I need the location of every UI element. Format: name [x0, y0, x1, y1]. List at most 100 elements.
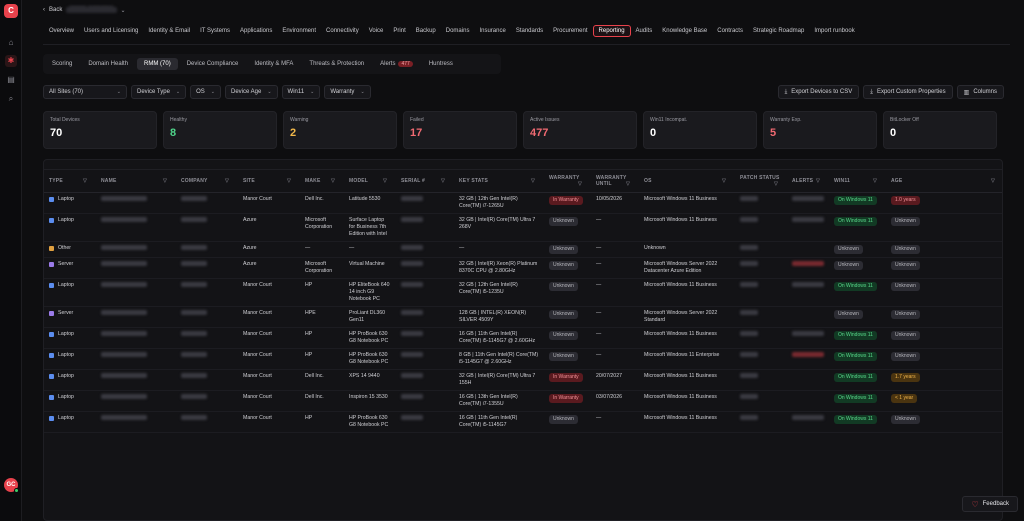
win11-filter[interactable]: Win11 ⌄	[281, 85, 321, 99]
site-filter[interactable]: All Sites (70) ⌄	[43, 85, 127, 99]
search-icon[interactable]: ⌕	[5, 93, 17, 105]
column-header[interactable]: COMPANY ▽	[176, 170, 238, 193]
tab-connectivity[interactable]: Connectivity	[321, 26, 364, 36]
tab-applications[interactable]: Applications	[235, 26, 277, 36]
filter-icon[interactable]: ▽	[774, 181, 778, 187]
chevron-down-icon[interactable]: ⌄	[121, 7, 126, 14]
table-row[interactable]: Server Azure Microsoft Corporation Virtual …	[44, 257, 1002, 279]
column-header[interactable]: AGE ▽	[886, 170, 1002, 193]
column-header[interactable]: SITE ▽	[238, 170, 300, 193]
back-arrow-icon[interactable]: ‹	[43, 7, 45, 13]
table-row[interactable]: Laptop Azure Microsoft Corporation Surface …	[44, 213, 1002, 242]
device-type-filter[interactable]: Device Type ⌄	[131, 85, 187, 99]
tab-standards[interactable]: Standards	[511, 26, 548, 36]
table-row[interactable]: Laptop Manor Court HP HP ProBook 630 G8 Not…	[44, 348, 1002, 370]
table-row[interactable]: Laptop Manor Court HP HP ProBook 630 G8 Not…	[44, 411, 1002, 433]
tab-identity-email[interactable]: Identity & Email	[143, 26, 195, 36]
filter-icon[interactable]: ▽	[626, 181, 630, 187]
tab-insurance[interactable]: Insurance	[474, 26, 510, 36]
table-row[interactable]: Laptop Manor Court HP HP EliteBook 640 14 i…	[44, 278, 1002, 307]
filter-icon[interactable]: ▽	[578, 181, 582, 187]
column-header[interactable]: OS ▽	[639, 170, 735, 193]
column-header[interactable]: TYPE ▽	[44, 170, 96, 193]
filter-icon[interactable]: ▽	[383, 178, 387, 184]
redacted-name[interactable]	[101, 372, 147, 378]
tab-import-runbook[interactable]: Import runbook	[809, 26, 859, 36]
tab-environment[interactable]: Environment	[277, 26, 321, 36]
table-row[interactable]: Laptop Manor Court Dell Inc. Inspiron 15 35…	[44, 390, 1002, 412]
filter-icon[interactable]: ▽	[287, 178, 291, 184]
column-header[interactable]: ALERTS ▽	[787, 170, 829, 193]
redacted-name[interactable]	[101, 330, 147, 336]
filter-icon[interactable]: ▽	[163, 178, 167, 184]
filter-icon[interactable]: ▽	[441, 178, 445, 184]
column-header[interactable]: PATCH STATUS ▽	[735, 170, 787, 193]
filter-icon[interactable]: ▽	[722, 178, 726, 184]
tab-contracts[interactable]: Contracts	[712, 26, 748, 36]
column-header[interactable]: NAME ▽	[96, 170, 176, 193]
column-header[interactable]: MODEL ▽	[344, 170, 396, 193]
filter-icon[interactable]: ▽	[225, 178, 229, 184]
filter-icon[interactable]: ▽	[816, 178, 820, 184]
column-header[interactable]: SERIAL # ▽	[396, 170, 454, 193]
column-header[interactable]: MAKE ▽	[300, 170, 344, 193]
filter-icon[interactable]: ▽	[83, 178, 87, 184]
redacted-name[interactable]	[101, 244, 147, 250]
redacted-name[interactable]	[101, 309, 147, 315]
tab-reporting[interactable]: Reporting	[592, 25, 631, 37]
subtab-identity-mfa[interactable]: Identity & MFA	[247, 58, 300, 70]
tab-domains[interactable]: Domains	[441, 26, 475, 36]
tab-print[interactable]: Print	[388, 26, 410, 36]
redacted-name[interactable]	[101, 351, 147, 357]
filter-icon[interactable]: ▽	[331, 178, 335, 184]
redacted-name[interactable]	[101, 414, 147, 420]
tab-overview[interactable]: Overview	[44, 26, 79, 36]
redacted-name[interactable]	[101, 216, 147, 222]
subtab-alerts[interactable]: Alerts 477	[373, 58, 420, 70]
user-avatar[interactable]: GC	[4, 478, 19, 493]
home-icon[interactable]: ⌂	[5, 37, 17, 49]
column-header[interactable]: WARRANTY ▽	[544, 170, 591, 193]
table-scrollbar[interactable]	[44, 160, 1002, 170]
column-header[interactable]: WIN11 ▽	[829, 170, 886, 193]
subtab-device-compliance[interactable]: Device Compliance	[180, 58, 246, 70]
feedback-button[interactable]: ♡ Feedback	[962, 496, 1018, 512]
back-link[interactable]: Back	[49, 7, 62, 13]
tab-strategic-roadmap[interactable]: Strategic Roadmap	[748, 26, 809, 36]
table-row[interactable]: Server Manor Court HPE ProLiant DL360 Gen11…	[44, 306, 1002, 328]
tab-audits[interactable]: Audits	[631, 26, 658, 36]
redacted-name[interactable]	[101, 393, 147, 399]
app-logo[interactable]: C	[4, 4, 18, 18]
export-custom-button[interactable]: ⤓ Export Custom Properties	[863, 85, 953, 99]
filter-icon[interactable]: ▽	[531, 178, 535, 184]
columns-button[interactable]: ▥ Columns	[956, 85, 1004, 99]
redacted-name[interactable]	[101, 260, 147, 266]
bug-icon[interactable]: ✱	[5, 55, 17, 67]
filter-icon[interactable]: ▽	[991, 178, 995, 184]
tab-it-systems[interactable]: IT Systems	[195, 26, 235, 36]
subtab-domain-health[interactable]: Domain Health	[81, 58, 135, 70]
table-row[interactable]: Laptop Manor Court Dell Inc. XPS 14 9440 32 …	[44, 369, 1002, 391]
subtab-rmm-70-[interactable]: RMM (70)	[137, 58, 178, 70]
subtab-huntress[interactable]: Huntress	[422, 58, 460, 70]
tab-users-and-licensing[interactable]: Users and Licensing	[79, 26, 143, 36]
tab-knowledge-base[interactable]: Knowledge Base	[657, 26, 712, 36]
table-row[interactable]: Other Azure — — — Unknown — Unknown Unknown Unkno…	[44, 241, 1002, 258]
table-row[interactable]: Laptop Manor Court HP HP ProBook 630 G8 Not…	[44, 327, 1002, 349]
table-row[interactable]: Laptop Manor Court Dell Inc. Latitude 5530 3…	[44, 192, 1002, 214]
subtab-threats-protection[interactable]: Threats & Protection	[302, 58, 371, 70]
column-header[interactable]: KEY STATS ▽	[454, 170, 544, 193]
tab-backup[interactable]: Backup	[411, 26, 441, 36]
subtab-scoring[interactable]: Scoring	[45, 58, 79, 70]
tab-procurement[interactable]: Procurement	[548, 26, 592, 36]
redacted-name[interactable]	[101, 281, 147, 287]
client-name[interactable]: ████ ██████	[66, 7, 117, 13]
filter-icon[interactable]: ▽	[873, 178, 877, 184]
redacted-name[interactable]	[101, 195, 147, 201]
tab-voice[interactable]: Voice	[364, 26, 389, 36]
archive-icon[interactable]: ▤	[5, 74, 17, 86]
warranty-filter[interactable]: Warranty ⌄	[324, 85, 371, 99]
os-filter[interactable]: OS ⌄	[190, 85, 221, 99]
export-csv-button[interactable]: ⤓ Export Devices to CSV	[777, 85, 860, 99]
device-age-filter[interactable]: Device Age ⌄	[224, 85, 278, 99]
